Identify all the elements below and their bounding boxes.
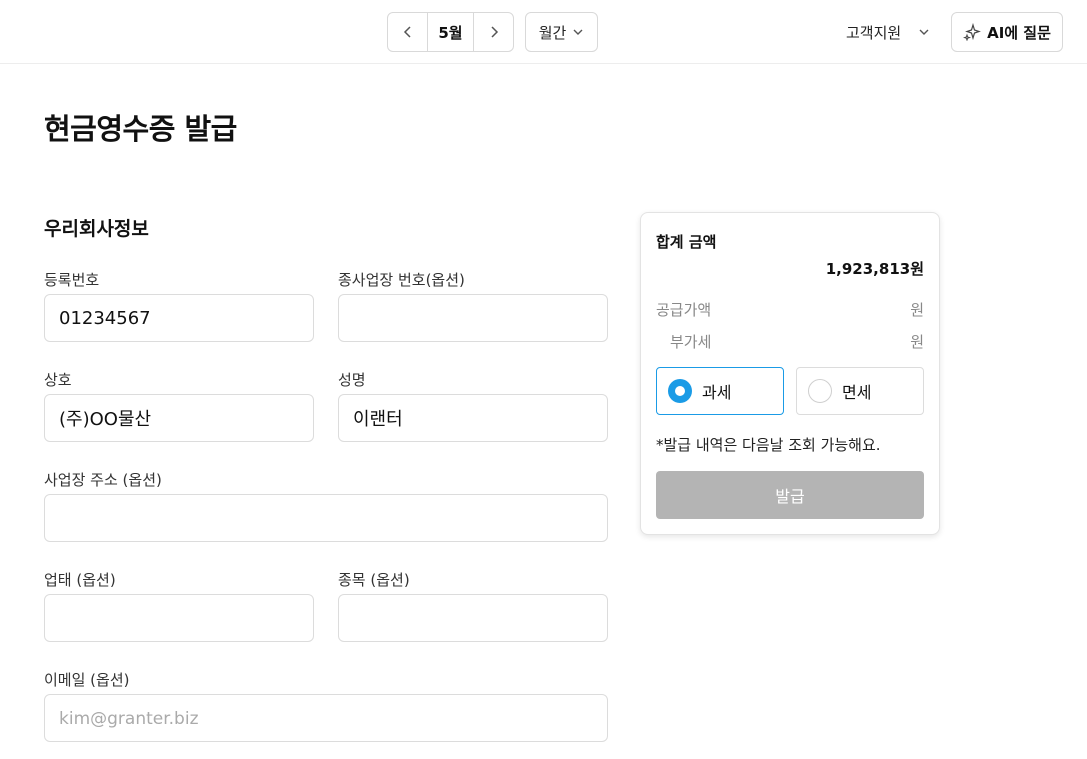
- ask-ai-button[interactable]: AI에 질문: [951, 12, 1063, 52]
- total-label: 합계 금액: [656, 233, 717, 251]
- radio-checked-icon: [668, 379, 692, 403]
- branch-number-label: 종사업장 번호(옵션): [338, 271, 465, 289]
- branch-number-input[interactable]: [338, 294, 608, 342]
- summary-card: 합계 금액 1,923,813원 공급가액 원 부가세 원 과세 면세 *발급 …: [640, 212, 940, 535]
- vat-label: 부가세: [670, 333, 712, 351]
- chevron-down-icon: [919, 29, 929, 35]
- chevron-down-icon: [573, 29, 583, 35]
- name-label: 성명: [338, 371, 366, 389]
- support-label: 고객지원: [846, 23, 902, 42]
- next-month-button[interactable]: [474, 13, 513, 51]
- email-label: 이메일 (옵션): [44, 671, 130, 689]
- address-input[interactable]: [44, 494, 608, 542]
- issue-notice: *발급 내역은 다음날 조회 가능해요.: [656, 436, 881, 454]
- top-bar: 5월 월간 고객지원 AI에 질문: [0, 0, 1087, 64]
- period-label: 월간: [538, 23, 567, 42]
- ask-ai-label: AI에 질문: [987, 23, 1051, 42]
- supply-value: 원: [910, 301, 924, 319]
- sparkle-icon: [963, 23, 981, 41]
- tax-exempt-option[interactable]: 면세: [796, 367, 924, 415]
- email-input[interactable]: [44, 694, 608, 742]
- month-navigator: 5월: [387, 12, 514, 52]
- total-value: 1,923,813원: [825, 260, 924, 278]
- address-label: 사업장 주소 (옵션): [44, 471, 162, 489]
- item-input[interactable]: [338, 594, 608, 642]
- company-label: 상호: [44, 371, 72, 389]
- support-menu[interactable]: 고객지원: [846, 12, 930, 52]
- chevron-right-icon: [490, 26, 498, 38]
- item-label: 종목 (옵션): [338, 571, 410, 589]
- section-title: 우리회사정보: [44, 218, 149, 240]
- issue-button[interactable]: 발급: [656, 471, 924, 519]
- taxable-option[interactable]: 과세: [656, 367, 784, 415]
- taxable-label: 과세: [702, 383, 732, 402]
- prev-month-button[interactable]: [388, 13, 427, 51]
- name-input[interactable]: [338, 394, 608, 442]
- vat-value: 원: [910, 333, 924, 351]
- radio-unchecked-icon: [808, 379, 832, 403]
- company-input[interactable]: [44, 394, 314, 442]
- tax-exempt-label: 면세: [842, 383, 872, 402]
- current-month[interactable]: 5월: [427, 13, 474, 51]
- reg-number-input[interactable]: [44, 294, 314, 342]
- reg-number-label: 등록번호: [44, 271, 100, 289]
- chevron-left-icon: [403, 26, 411, 38]
- supply-label: 공급가액: [656, 301, 712, 319]
- page-title: 현금영수증 발급: [44, 112, 237, 146]
- business-type-label: 업태 (옵션): [44, 571, 116, 589]
- period-select[interactable]: 월간: [525, 12, 598, 52]
- business-type-input[interactable]: [44, 594, 314, 642]
